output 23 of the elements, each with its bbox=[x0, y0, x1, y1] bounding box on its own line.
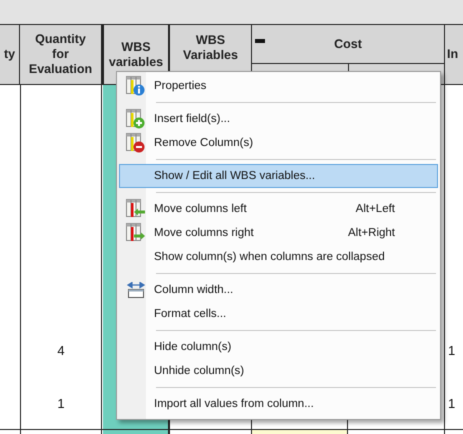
table-cell: 1 bbox=[57, 396, 65, 410]
menu-item[interactable]: Move columns right Alt+Right bbox=[119, 221, 438, 245]
menu-item[interactable]: Move columns left Alt+Left bbox=[119, 197, 438, 221]
menu-item[interactable]: Import all values from column... bbox=[119, 392, 438, 416]
table-cell: 1 bbox=[448, 396, 456, 410]
column-header-label: Cost bbox=[334, 36, 362, 52]
menu-item[interactable]: Column width... bbox=[119, 278, 438, 302]
menu-item[interactable]: Show / Edit all WBS variables... bbox=[119, 164, 438, 188]
collapse-icon[interactable] bbox=[255, 39, 265, 43]
column-width-icon bbox=[127, 282, 145, 298]
menu-item[interactable]: Remove Column(s) bbox=[119, 131, 438, 155]
shortcut-label: Alt+Right bbox=[348, 227, 395, 239]
column-header[interactable]: In bbox=[445, 25, 463, 84]
column-header[interactable]: ty bbox=[0, 25, 20, 84]
menu-item[interactable]: Unhide column(s) bbox=[119, 359, 438, 383]
menu-item[interactable]: Insert field(s)... bbox=[119, 107, 438, 131]
column-header[interactable]: Quantity for Evaluation bbox=[20, 25, 102, 84]
table-cell: 1 bbox=[448, 342, 456, 358]
menu-item[interactable]: Show column(s) when columns are collapsed bbox=[119, 245, 438, 269]
menu-item[interactable]: Format cells... bbox=[119, 302, 438, 326]
menu-item[interactable]: Hide column(s) bbox=[119, 335, 438, 359]
table-cell: 4 bbox=[57, 342, 65, 358]
shortcut-label: Alt+Left bbox=[356, 203, 395, 215]
